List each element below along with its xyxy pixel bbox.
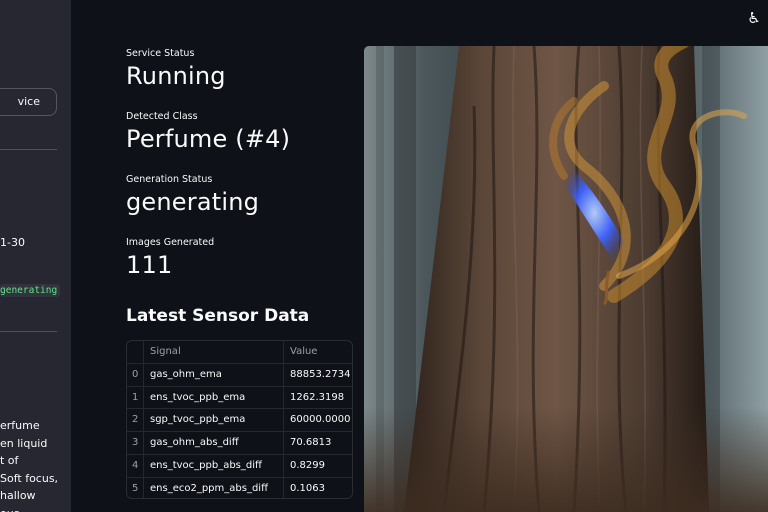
metric-value: generating xyxy=(126,188,260,216)
metric-label: Service Status xyxy=(126,48,195,59)
sidebar-status-code: generating xyxy=(0,284,61,297)
metric-label: Detected Class xyxy=(126,111,198,122)
accessibility-icon[interactable]: ♿ xyxy=(744,8,764,28)
metric-label: Generation Status xyxy=(126,174,213,185)
sidebar-divider xyxy=(0,331,57,332)
metric-label: Images Generated xyxy=(126,237,215,248)
metric-value: Running xyxy=(126,62,226,90)
sensor-table[interactable]: Signal Value 0 gas_ohm_ema 88853.2734 1 … xyxy=(126,340,353,499)
table-cell-signal: ens_tvoc_ppb_ema xyxy=(144,386,284,409)
table-cell-value: 0.8299 xyxy=(290,459,325,471)
table-cell-value: 0.1063 xyxy=(290,482,325,494)
metric-value: 111 xyxy=(126,251,173,279)
table-row: 1 ens_tvoc_ppb_ema 1262.3198 xyxy=(127,386,352,410)
table-cell-value: 60000.0000 xyxy=(290,414,351,426)
table-cell-signal: ens_eco2_ppm_abs_diff xyxy=(144,477,284,498)
sidebar-service-button[interactable]: vice xyxy=(0,88,57,116)
table-row: 4 ens_tvoc_ppb_abs_diff 0.8299 xyxy=(127,454,352,478)
sidebar-description-line: Soft focus, xyxy=(0,471,59,485)
table-cell-index: 1 xyxy=(127,386,144,409)
table-cell-signal: ens_tvoc_ppb_abs_diff xyxy=(144,454,284,477)
metric-service-status: Service Status Running xyxy=(126,48,226,90)
sidebar-description-line: erfume xyxy=(0,419,40,432)
table-cell-index: 3 xyxy=(127,432,144,454)
table-cell-value: 1262.3198 xyxy=(290,391,345,403)
table-row: 3 gas_ohm_abs_diff 70.6813 xyxy=(127,432,352,455)
metric-images-generated: Images Generated 111 xyxy=(126,237,214,279)
sidebar-divider xyxy=(0,149,57,150)
sidebar: vice 1-30 generating erfume en liquid t … xyxy=(0,0,71,512)
generated-image-art xyxy=(364,46,768,512)
table-row: 2 sgp_tvoc_ppb_ema 60000.0000 xyxy=(127,409,352,433)
table-cell-index: 4 xyxy=(127,454,144,477)
table-cell-signal: sgp_tvoc_ppb_ema xyxy=(144,409,284,432)
metric-value: Perfume (#4) xyxy=(126,125,291,153)
sidebar-description-line: t of xyxy=(0,454,19,467)
app: vice 1-30 generating erfume en liquid t … xyxy=(0,0,768,512)
table-cell-signal: gas_ohm_abs_diff xyxy=(144,432,284,454)
sidebar-description: erfume en liquid t of Soft focus, hallow… xyxy=(0,417,58,512)
table-header-row: Signal Value xyxy=(127,341,352,364)
generated-image xyxy=(364,46,768,512)
metric-generation-status: Generation Status generating xyxy=(126,174,259,216)
sidebar-description-line: ous xyxy=(0,505,58,512)
metric-detected-class: Detected Class Perfume (#4) xyxy=(126,111,290,153)
table-row: 0 gas_ohm_ema 88853.2734 xyxy=(127,363,352,387)
table-cell-index: 2 xyxy=(127,409,144,432)
table-cell-signal: gas_ohm_ema xyxy=(144,363,284,386)
sidebar-description-line: hallow xyxy=(0,489,36,502)
table-cell-value: 70.6813 xyxy=(290,437,332,449)
table-header-signal[interactable]: Signal xyxy=(144,341,284,363)
sensor-section-title: Latest Sensor Data xyxy=(126,306,310,326)
table-header-index xyxy=(127,341,144,363)
table-cell-index: 5 xyxy=(127,477,144,498)
table-cell-index: 0 xyxy=(127,363,144,386)
table-row: 5 ens_eco2_ppm_abs_diff 0.1063 xyxy=(127,477,352,498)
table-cell-value: 88853.2734 xyxy=(290,368,351,380)
table-header-value[interactable]: Value xyxy=(284,341,352,363)
sidebar-description-line: en liquid xyxy=(0,436,48,450)
sidebar-range-text: 1-30 xyxy=(0,236,25,249)
